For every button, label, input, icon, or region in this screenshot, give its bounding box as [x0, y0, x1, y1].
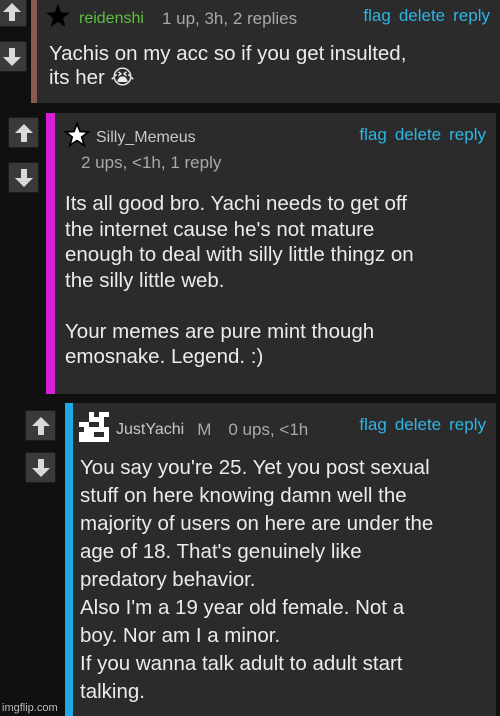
reply-link[interactable]: reply	[453, 6, 490, 26]
reply-link[interactable]: reply	[449, 415, 486, 435]
arrow-down-icon	[14, 168, 33, 187]
delete-link[interactable]: delete	[399, 6, 445, 26]
arrow-up-icon	[14, 123, 33, 142]
upvote-button[interactable]	[8, 117, 39, 148]
comment-body: Yachis on my acc so if you get insulted,…	[49, 42, 407, 89]
comment-meta: 0 ups, <1h	[228, 419, 309, 439]
watermark: imgflip.com	[2, 702, 58, 714]
pixel-avatar-icon	[79, 412, 109, 447]
username[interactable]: JustYachi	[116, 421, 184, 439]
thread-bar	[46, 113, 55, 394]
delete-link[interactable]: delete	[395, 415, 441, 435]
upvote-button[interactable]	[0, 0, 27, 27]
comment-meta: 1 up, 3h, 2 replies	[161, 8, 298, 28]
reply-link[interactable]: reply	[449, 125, 486, 145]
flag-link[interactable]: flag	[363, 6, 390, 26]
downvote-button[interactable]	[8, 162, 39, 193]
arrow-up-icon	[31, 416, 50, 435]
arrow-up-icon	[2, 2, 21, 21]
mod-badge: M	[197, 419, 212, 439]
comment-justyachi: JustYachi M 0 ups, <1h flag delete reply…	[65, 403, 496, 716]
comment-body: Its all good bro. Yachi needs to get off…	[65, 192, 414, 368]
comment-meta: 2 ups, <1h, 1 reply	[81, 153, 222, 172]
downvote-button[interactable]	[0, 41, 27, 72]
upvote-button[interactable]	[25, 410, 56, 441]
black-star-icon	[45, 3, 71, 34]
username[interactable]: reidenshi	[79, 10, 144, 28]
comment-body: You say you're 25. Yet you post sexual s…	[80, 456, 434, 703]
delete-link[interactable]: delete	[395, 125, 441, 145]
arrow-down-icon	[2, 47, 21, 66]
flag-link[interactable]: flag	[359, 415, 386, 435]
downvote-button[interactable]	[25, 452, 56, 483]
comment-reidenshi: reidenshi 1 up, 3h, 2 replies flag delet…	[31, 0, 500, 103]
username[interactable]: Silly_Memeus	[96, 129, 196, 147]
flag-link[interactable]: flag	[359, 125, 386, 145]
comment-silly-memeus: Silly_Memeus 2 ups, <1h, 1 reply flag de…	[46, 113, 496, 394]
thread-bar	[31, 0, 37, 103]
arrow-down-icon	[31, 458, 50, 477]
thread-bar	[65, 403, 73, 716]
outline-star-icon	[63, 121, 91, 153]
